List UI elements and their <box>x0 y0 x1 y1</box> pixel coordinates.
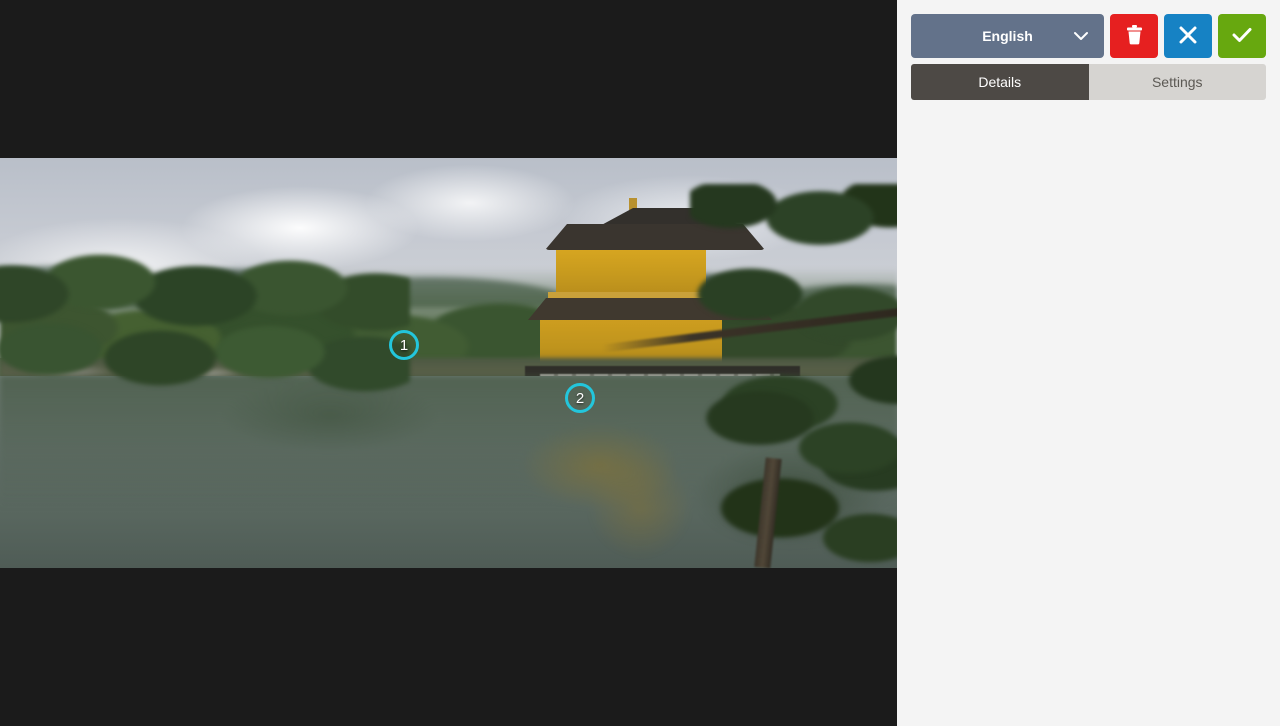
app-root: 1 2 English <box>0 0 1280 726</box>
marker-label: 2 <box>576 390 584 407</box>
check-icon <box>1232 27 1252 46</box>
image-canvas[interactable]: 1 2 <box>0 0 897 726</box>
image-marker-2[interactable]: 2 <box>565 383 595 413</box>
delete-tour-button[interactable] <box>1110 14 1158 58</box>
tab-settings[interactable]: Settings <box>1089 64 1267 100</box>
photo-foreground-tree <box>700 388 897 568</box>
language-label: English <box>982 28 1033 44</box>
language-select[interactable]: English <box>911 14 1104 58</box>
tab-details-label: Details <box>978 74 1021 90</box>
close-icon <box>1179 26 1197 47</box>
cancel-button[interactable] <box>1164 14 1212 58</box>
editor-tabs: Details Settings <box>911 64 1266 100</box>
editor-toolbar: English <box>911 14 1266 58</box>
tab-settings-label: Settings <box>1152 74 1203 90</box>
tab-details[interactable]: Details <box>911 64 1089 100</box>
tour-editor-panel: English <box>897 0 1280 726</box>
trash-icon <box>1126 25 1143 48</box>
confirm-button[interactable] <box>1218 14 1266 58</box>
tour-photo[interactable]: 1 2 <box>0 158 897 568</box>
photo-trees-left <box>0 254 410 424</box>
image-marker-1[interactable]: 1 <box>389 330 419 360</box>
chevron-down-icon <box>1074 32 1088 41</box>
marker-label: 1 <box>400 337 408 354</box>
